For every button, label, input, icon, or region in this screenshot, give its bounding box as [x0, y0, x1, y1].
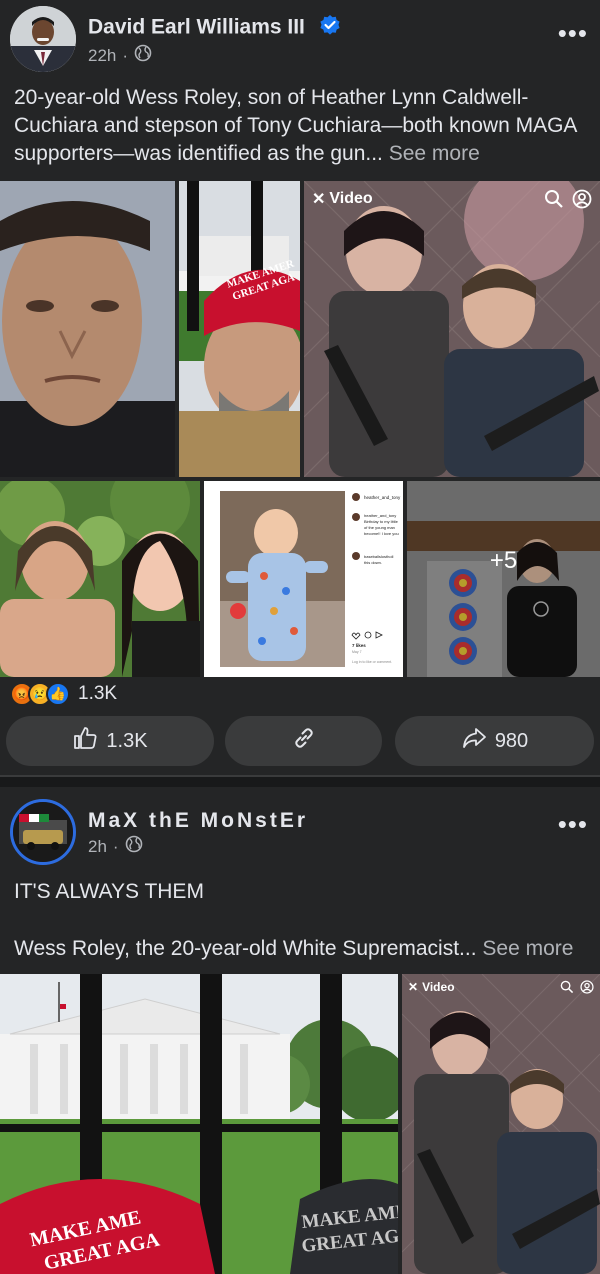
share-button[interactable]: 980: [395, 716, 594, 766]
post-time[interactable]: 2h: [88, 837, 107, 857]
insta-login: Log in to like or comment.: [352, 660, 392, 664]
meta-dot: ·: [122, 45, 129, 65]
post-text-heading: IT'S ALWAYS THEM: [14, 880, 204, 903]
reaction-count: 1.3K: [78, 683, 118, 704]
more-options-icon[interactable]: •••: [558, 809, 588, 840]
more-photos-count: +5: [489, 547, 518, 574]
post-header: MaX thE MoNstEr 2h · •••: [0, 787, 600, 865]
post-text-content: Wess Roley, the 20-year-old White Suprem…: [14, 937, 483, 960]
video-controls: [560, 980, 594, 999]
insta-caption-4: this down.: [364, 560, 382, 565]
profile-icon[interactable]: [572, 189, 592, 214]
insta-caption-2: of the young man: [364, 525, 395, 530]
like-icon: [72, 725, 98, 757]
video-label[interactable]: ✕ Video: [312, 189, 373, 209]
photo-archery-more[interactable]: +5: [407, 481, 600, 677]
link-icon: [291, 725, 317, 757]
post-text: 20-year-old Wess Roley, son of Heather L…: [14, 84, 588, 168]
video-label-text: Video: [422, 980, 455, 994]
video-controls: [544, 189, 592, 214]
verified-badge-icon: [319, 14, 341, 42]
search-icon[interactable]: [544, 189, 564, 214]
insta-caption-3: become!! I love you: [364, 531, 399, 536]
post-text-line-1: IT'S ALWAYS THEM: [14, 878, 588, 906]
video-mother-son[interactable]: . ✕ Video: [304, 181, 600, 477]
author-name[interactable]: MaX thE MoNstEr: [88, 809, 308, 833]
copy-link-button[interactable]: [225, 716, 382, 766]
author-avatar[interactable]: [10, 799, 76, 865]
insta-user: heather_and_tony: [364, 495, 401, 500]
photo-young-man-woman[interactable]: [0, 481, 200, 677]
photo-white-house-selfie[interactable]: MAKE AME GREAT AGA MAKE AMER GREAT AGA: [0, 974, 398, 1274]
post-header: David Earl Williams III 22h · •••: [0, 0, 600, 78]
author-name[interactable]: David Earl Williams III: [88, 14, 341, 42]
see-more-link[interactable]: See more: [389, 142, 480, 165]
like-reaction-icon: 👍: [46, 682, 70, 706]
like-button[interactable]: 1.3K: [6, 716, 214, 766]
post-meta: 2h ·: [88, 835, 143, 858]
share-icon: [461, 725, 487, 757]
meta-dot: ·: [112, 836, 119, 856]
share-count: 980: [494, 729, 529, 752]
video-label[interactable]: ✕ Video: [408, 980, 455, 994]
video-label-text: Video: [329, 190, 373, 207]
post-text-line-2: Wess Roley, the 20-year-old White Suprem…: [14, 935, 588, 963]
post-1: David Earl Williams III 22h · ••• 20-yea…: [0, 0, 600, 775]
profile-icon[interactable]: [580, 980, 594, 999]
photo-instagram-screenshot[interactable]: heather_and_tony heather_and_tony Birthd…: [204, 481, 403, 677]
insta-user-2: baseballslostholl: [364, 554, 393, 559]
author-name-text[interactable]: David Earl Williams III: [88, 16, 305, 39]
globe-icon: [134, 44, 152, 67]
like-count: 1.3K: [106, 729, 148, 752]
reaction-icons: 😡 😢 👍: [10, 682, 70, 706]
search-icon[interactable]: [560, 980, 574, 999]
author-name-text[interactable]: MaX thE MoNstEr: [88, 809, 308, 832]
post-time[interactable]: 22h: [88, 46, 116, 66]
photo-man-red-hat[interactable]: MAKE AMER GREAT AGA: [179, 181, 300, 477]
video-mother-son[interactable]: ✕ Video: [402, 974, 600, 1274]
close-icon[interactable]: ✕: [408, 980, 418, 994]
insta-likes: 7 likes: [352, 643, 366, 648]
post-meta: 22h ·: [88, 44, 152, 67]
post-text-content: 20-year-old Wess Roley, son of Heather L…: [14, 86, 577, 165]
post-separator: [0, 775, 600, 787]
globe-icon: [125, 835, 143, 858]
insta-user-comment: heather_and_tony: [364, 513, 396, 518]
insta-caption-1: Birthday to my little: [364, 519, 399, 524]
reactions-summary[interactable]: 😡 😢 👍 1.3K: [10, 682, 117, 706]
more-options-icon[interactable]: •••: [558, 18, 588, 49]
more-photos-overlay[interactable]: +5: [407, 481, 600, 677]
insta-date: May 7: [352, 650, 362, 654]
author-avatar[interactable]: [10, 6, 76, 72]
post-2: MaX thE MoNstEr 2h · ••• IT'S ALWAYS THE…: [0, 787, 600, 1274]
see-more-link[interactable]: See more: [482, 937, 573, 960]
close-icon[interactable]: ✕: [312, 189, 325, 209]
photo-mugshot[interactable]: [0, 181, 175, 477]
